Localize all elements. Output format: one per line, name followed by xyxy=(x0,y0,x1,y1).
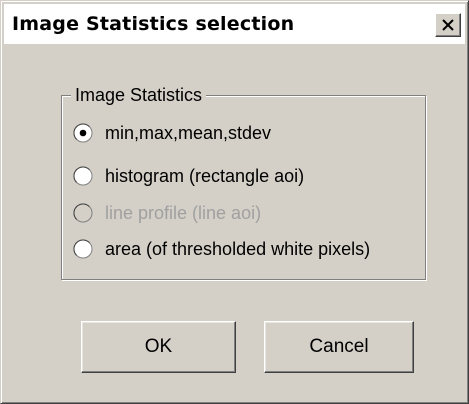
ok-button[interactable]: OK xyxy=(81,321,236,373)
option-histogram[interactable]: histogram (rectangle aoi) xyxy=(73,165,304,187)
window-title: Image Statistics selection xyxy=(12,13,295,35)
title-bar: Image Statistics selection xyxy=(4,4,465,44)
radio-button-icon xyxy=(73,203,93,223)
dialog-window: Image Statistics selection Image Statist… xyxy=(0,0,469,404)
groupbox-legend: Image Statistics xyxy=(71,85,207,105)
close-x-icon xyxy=(442,19,454,31)
option-line-profile: line profile (line aoi) xyxy=(73,202,261,224)
cancel-button[interactable]: Cancel xyxy=(264,321,414,373)
close-button[interactable] xyxy=(435,13,461,37)
option-label: area (of thresholded white pixels) xyxy=(105,239,371,259)
radio-button-icon[interactable] xyxy=(73,166,93,186)
option-area-thresholded[interactable]: area (of thresholded white pixels) xyxy=(73,238,370,260)
option-label: line profile (line aoi) xyxy=(105,203,262,223)
radio-button-icon[interactable] xyxy=(73,239,93,259)
option-label: min,max,mean,stdev xyxy=(105,123,272,143)
option-min-max-mean-stdev[interactable]: min,max,mean,stdev xyxy=(73,122,271,144)
option-label: histogram (rectangle aoi) xyxy=(105,166,305,186)
radio-button-icon[interactable] xyxy=(73,123,93,143)
